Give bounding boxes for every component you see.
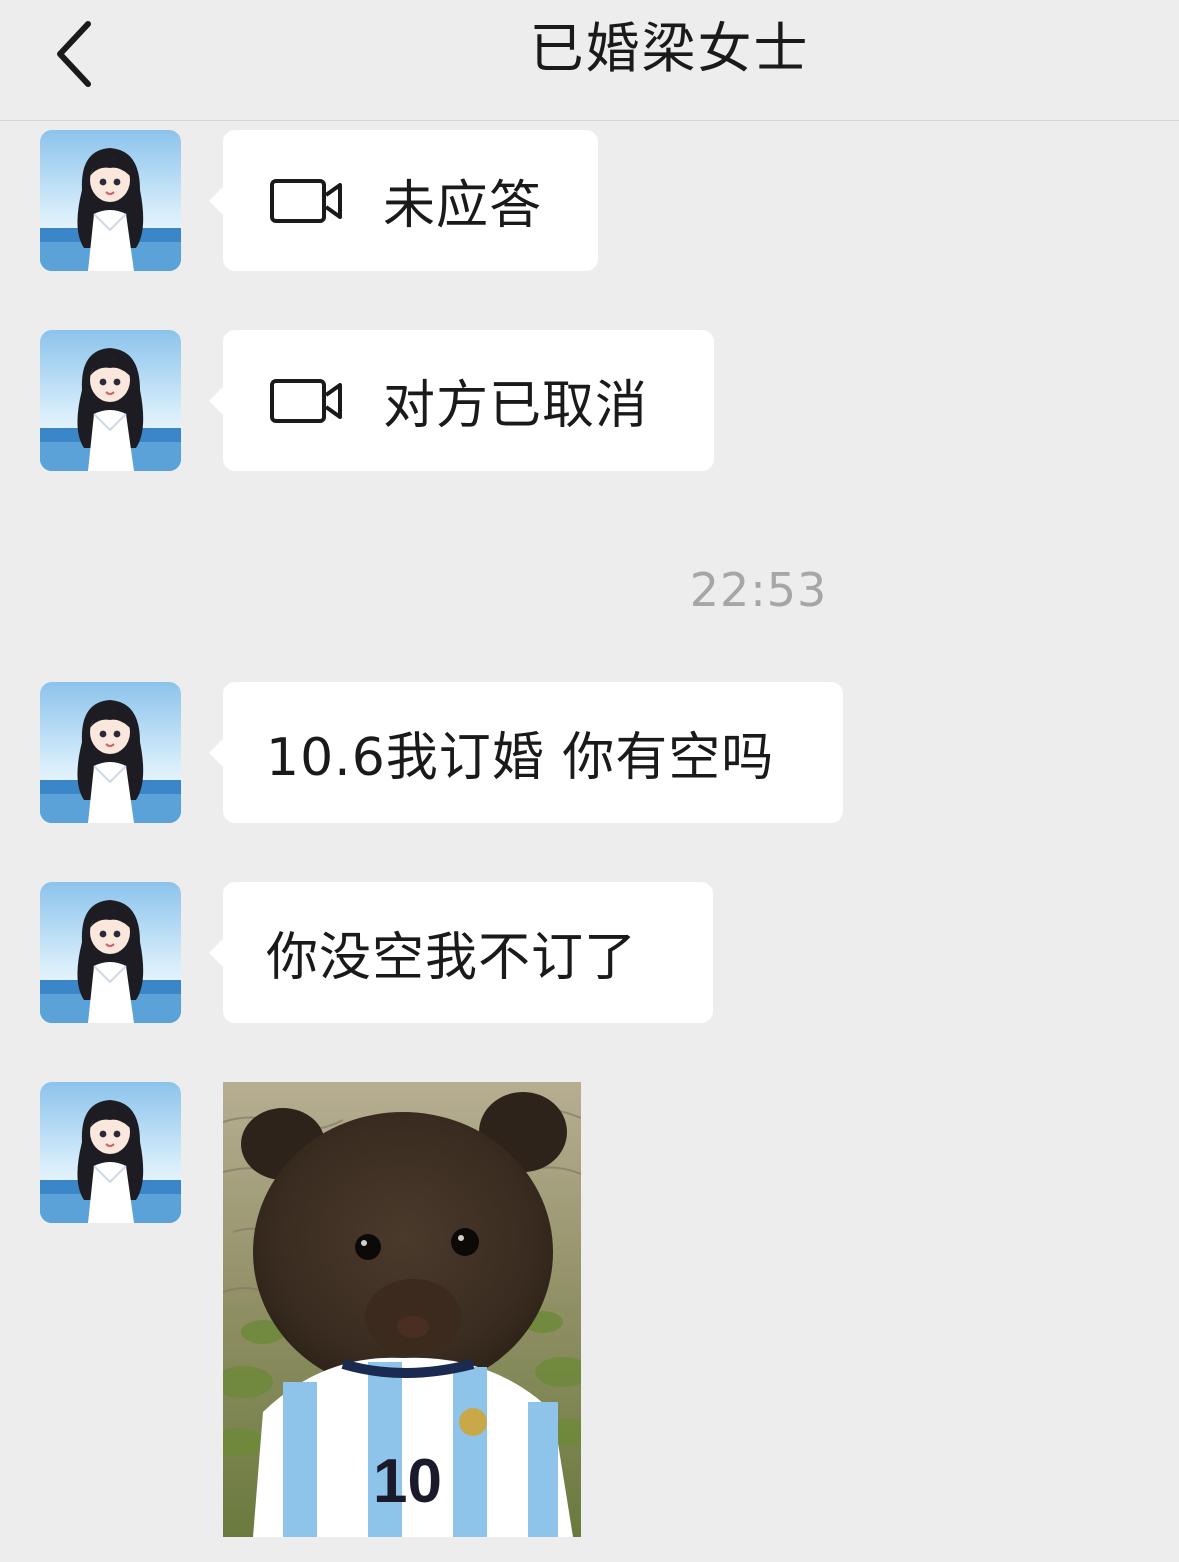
avatar[interactable] bbox=[40, 882, 181, 1023]
chat-title: 已婚梁女士 bbox=[529, 17, 810, 80]
message-text: 对方已取消 bbox=[383, 376, 649, 436]
video-call-icon bbox=[270, 378, 342, 423]
sticker-image[interactable]: 10 bbox=[223, 1082, 581, 1537]
avatar[interactable] bbox=[40, 1082, 181, 1223]
avatar[interactable] bbox=[40, 682, 181, 823]
video-call-bubble[interactable]: 对方已取消 bbox=[209, 330, 714, 471]
timestamp: 22:53 bbox=[689, 563, 828, 617]
message-text: 未应答 bbox=[383, 176, 543, 236]
text-message-bubble[interactable]: 你没空我不订了 bbox=[209, 882, 713, 1023]
video-call-bubble[interactable]: 未应答 bbox=[209, 130, 598, 271]
jersey-number: 10 bbox=[373, 1447, 442, 1516]
text-message-bubble[interactable]: 10.6我订婚 你有空吗 bbox=[209, 682, 843, 823]
message-text: 10.6我订婚 你有空吗 bbox=[266, 728, 775, 788]
avatar[interactable] bbox=[40, 130, 181, 271]
video-call-icon bbox=[270, 178, 342, 223]
message-text: 你没空我不订了 bbox=[266, 928, 638, 988]
avatar[interactable] bbox=[40, 330, 181, 471]
chat-header: 已婚梁女士 bbox=[0, 0, 1179, 121]
